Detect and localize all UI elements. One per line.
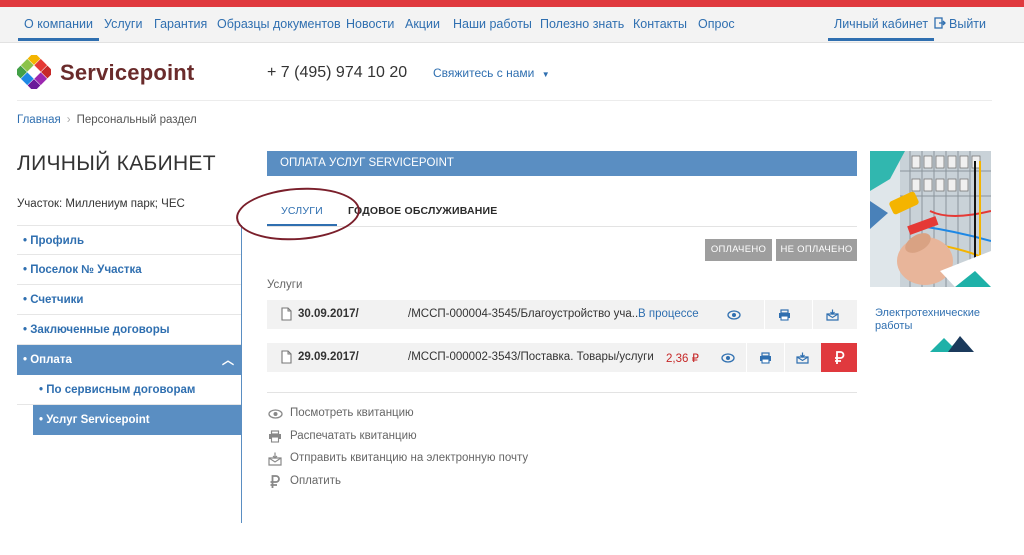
filter-paid-button[interactable]: ОПЛАЧЕНО xyxy=(705,239,772,261)
view-receipt-button[interactable] xyxy=(715,300,753,329)
banner-caption[interactable]: Электротехнические работы xyxy=(875,307,980,333)
legend-email-text: Отправить квитанцию на электронную почту xyxy=(290,452,529,464)
tab-annual-service[interactable]: ГОДОВОЕ ОБСЛУЖИВАНИЕ xyxy=(348,205,498,217)
mail-icon xyxy=(825,309,839,321)
sidebar-divider xyxy=(241,225,242,523)
brand-logo-icon[interactable] xyxy=(17,55,51,89)
contact-dropdown[interactable]: Свяжитесь с нами ▼ xyxy=(433,66,550,80)
legend-divider xyxy=(267,392,857,393)
table-row[interactable]: 29.09.2017/ /МССП-000002-3543/Поставка. … xyxy=(267,343,857,372)
phone-number: + 7 (495) 974 10 20 xyxy=(267,64,408,81)
filter-unpaid-button[interactable]: НЕ ОПЛАЧЕНО xyxy=(776,239,857,261)
mail-icon xyxy=(795,352,809,364)
pay-button[interactable] xyxy=(821,343,857,372)
sidebar-item-plot[interactable]: • Поселок № Участка xyxy=(17,255,242,285)
breadcrumb-home[interactable]: Главная xyxy=(17,114,61,126)
logout-icon xyxy=(934,17,946,29)
breadcrumb: Главная › Персональный раздел xyxy=(17,114,197,126)
nav-item-news[interactable]: Новости xyxy=(346,17,394,31)
print-receipt-button[interactable] xyxy=(746,343,784,372)
ruble-icon xyxy=(834,350,844,364)
section-label: Услуги xyxy=(267,279,303,291)
table-row[interactable]: 30.09.2017/ /МССП-000004-3545/Благоустро… xyxy=(267,300,857,329)
nav-item-our-works[interactable]: Наши работы xyxy=(453,17,532,31)
row-number[interactable]: /МССП-000002-3543/Поставка. Товары/услуг… xyxy=(408,351,654,363)
nav-item-about[interactable]: О компании xyxy=(18,17,99,41)
breadcrumb-current: Персональный раздел xyxy=(76,114,197,126)
logout-link[interactable]: Выйти xyxy=(934,17,986,31)
eye-icon xyxy=(727,309,741,320)
email-receipt-button[interactable] xyxy=(813,300,851,329)
chevron-right-icon: › xyxy=(66,114,71,126)
sidebar-item-payment[interactable]: • Оплата ︿ xyxy=(17,345,242,375)
legend-pay-text: Оплатить xyxy=(290,474,341,487)
nav-item-warranty[interactable]: Гарантия xyxy=(154,17,207,31)
printer-icon xyxy=(778,308,790,321)
sidebar-item-payment-label: • Оплата xyxy=(23,354,72,366)
sidebar-subitem-servicepoint[interactable]: • Услуг Servicepoint xyxy=(33,405,242,435)
mountain-logo-icon xyxy=(930,336,974,352)
chevron-up-icon: ︿ xyxy=(221,353,234,367)
eye-icon xyxy=(267,409,283,419)
row-status: В процессе xyxy=(638,308,699,320)
legend-print-text: Распечатать квитанцию xyxy=(290,429,417,442)
highlight-ellipse xyxy=(234,183,362,245)
banner-caption-line1: Электротехнические xyxy=(875,307,980,319)
caret-down-icon: ▼ xyxy=(541,70,550,79)
email-receipt-button[interactable] xyxy=(783,343,821,372)
ruble-icon xyxy=(270,474,280,488)
contact-label: Свяжитесь с нами xyxy=(433,66,535,80)
legend-view-text: Посмотреть квитанцию xyxy=(290,407,414,419)
row-date: 30.09.2017/ xyxy=(298,308,359,320)
sidebar-subitem-service-contracts[interactable]: • По сервисным договорам xyxy=(17,375,242,405)
brand-name[interactable]: Servicepoint xyxy=(60,60,194,86)
nav-item-promotions[interactable]: Акции xyxy=(405,17,440,31)
account-link[interactable]: Личный кабинет xyxy=(828,17,935,41)
printer-icon xyxy=(759,351,771,364)
header-divider xyxy=(17,100,992,101)
row-number[interactable]: /МССП-000004-3545/Благоустройство уча... xyxy=(408,308,641,320)
print-receipt-button[interactable] xyxy=(765,300,803,329)
nav-item-services[interactable]: Услуги xyxy=(104,17,142,31)
electrical-works-banner-image[interactable] xyxy=(870,151,991,287)
nav-item-useful[interactable]: Полезно знать xyxy=(540,17,624,31)
sidebar: • Профиль • Поселок № Участка • Счетчики… xyxy=(17,225,242,435)
panel-title: ОПЛАТА УСЛУГ SERVICEPOINT xyxy=(267,151,857,176)
view-receipt-button[interactable] xyxy=(709,343,747,372)
eye-icon xyxy=(721,352,735,363)
page-title: ЛИЧНЫЙ КАБИНЕТ xyxy=(17,152,216,175)
top-accent-line xyxy=(0,0,1024,7)
logout-label: Выйти xyxy=(949,17,987,31)
nav-item-contacts[interactable]: Контакты xyxy=(633,17,687,31)
mail-icon xyxy=(268,452,282,466)
printer-icon xyxy=(269,430,281,443)
sidebar-item-contracts[interactable]: • Заключенные договоры xyxy=(17,315,242,345)
row-amount: 2,36 ₽ xyxy=(666,353,699,365)
sidebar-item-profile[interactable]: • Профиль xyxy=(17,225,242,255)
top-navigation: О компании Услуги Гарантия Образцы докум… xyxy=(0,7,1024,43)
row-date: 29.09.2017/ xyxy=(298,351,359,363)
nav-item-document-samples[interactable]: Образцы документов xyxy=(217,17,341,31)
plot-info: Участок: Миллениум парк; ЧЕС xyxy=(17,198,185,210)
document-icon xyxy=(281,307,292,321)
document-icon xyxy=(281,350,292,364)
nav-item-survey[interactable]: Опрос xyxy=(698,17,735,31)
sidebar-item-meters[interactable]: • Счетчики xyxy=(17,285,242,315)
